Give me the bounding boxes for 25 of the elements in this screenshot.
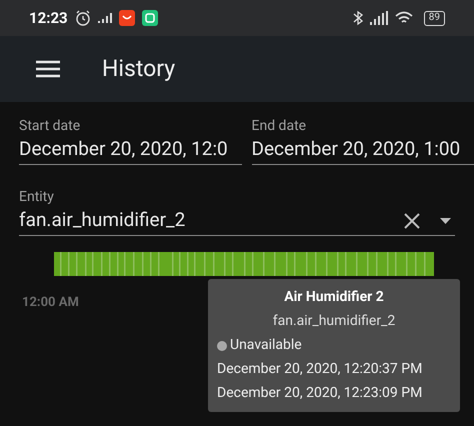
tooltip-entity-id: fan.air_humidifier_2	[272, 312, 396, 331]
tooltip-state: Unavailable	[230, 336, 302, 355]
tooltip-title: Air Humidifier 2	[283, 288, 385, 307]
page-title: History	[102, 54, 176, 84]
axis-label: 12:00 AM	[22, 294, 79, 312]
entity-field[interactable]: fan.air_humidifier_2	[19, 206, 455, 236]
clear-icon[interactable]	[404, 212, 420, 228]
field-label: End date	[252, 117, 308, 135]
field-label: Entity	[19, 188, 55, 206]
signal-icon	[370, 11, 388, 25]
clock: 12:23	[29, 8, 68, 29]
shopping-app-icon	[118, 10, 135, 26]
field-label: Start date	[19, 117, 82, 135]
tooltip-start-time: December 20, 2020, 12:20:37 PM	[217, 360, 424, 379]
home-app-icon	[142, 10, 158, 26]
dropdown-arrow-icon[interactable]	[440, 218, 451, 224]
tooltip-end-time: December 20, 2020, 12:23:09 PM	[217, 384, 424, 403]
end-date-field[interactable]: December 20, 2020, 1:00	[252, 135, 474, 165]
menu-icon[interactable]	[36, 60, 60, 78]
bluetooth-icon	[352, 10, 363, 26]
start-date-field[interactable]: December 20, 2020, 12:0	[19, 135, 242, 165]
battery-icon: 89	[424, 10, 445, 26]
wifi-icon	[394, 11, 413, 25]
alarm-icon	[74, 10, 91, 26]
equalizer-icon	[98, 13, 112, 23]
